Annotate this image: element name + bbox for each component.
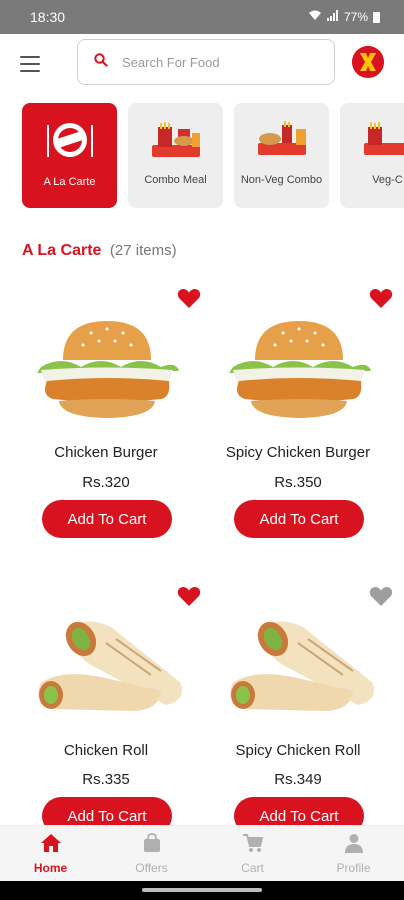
shopping-bag-icon xyxy=(142,832,162,858)
bottom-navigation: Home Offers Cart Profile xyxy=(0,825,404,881)
category-carousel[interactable]: A La Carte Combo Meal Non-Veg Combo Veg-… xyxy=(22,103,404,208)
category-label: Combo Meal xyxy=(144,174,207,186)
status-time: 18:30 xyxy=(30,9,66,25)
section-item-count: (27 items) xyxy=(109,242,177,259)
product-name: Spicy Chicken Roll xyxy=(235,742,361,759)
home-icon xyxy=(40,833,62,858)
wrap-roll-image xyxy=(203,613,393,723)
category-label: Non-Veg Combo xyxy=(240,174,323,186)
search-bar[interactable] xyxy=(77,39,335,85)
nav-label: Profile xyxy=(336,860,371,875)
top-bar xyxy=(0,34,404,94)
nav-label: Cart xyxy=(241,860,264,875)
add-to-cart-button[interactable]: Add To Cart xyxy=(234,500,364,538)
status-icons: 77% xyxy=(308,10,380,24)
non-veg-combo-icon xyxy=(254,119,310,161)
product-price: Rs.320 xyxy=(82,474,130,491)
product-price: Rs.335 xyxy=(82,771,130,788)
product-card-spicy-chicken-burger[interactable]: Spicy Chicken Burger Rs.350 Add To Cart xyxy=(203,287,393,542)
product-price: Rs.350 xyxy=(274,474,322,491)
category-label: A La Carte xyxy=(43,176,96,188)
battery-icon xyxy=(373,11,380,23)
signal-icon xyxy=(326,10,339,24)
nav-offers[interactable]: Offers xyxy=(112,832,192,875)
wifi-icon xyxy=(308,10,322,24)
product-name: Spicy Chicken Burger xyxy=(225,444,371,461)
cart-icon xyxy=(242,833,264,858)
nav-home[interactable]: Home xyxy=(11,833,91,875)
burger-image xyxy=(11,315,201,425)
nav-profile[interactable]: Profile xyxy=(314,833,394,875)
section-title: A La Carte xyxy=(22,242,102,259)
person-icon xyxy=(344,833,364,858)
hamburger-menu-icon[interactable] xyxy=(20,56,40,72)
add-to-cart-button[interactable]: Add To Cart xyxy=(42,500,172,538)
search-icon xyxy=(94,52,108,72)
category-non-veg-combo[interactable]: Non-Veg Combo xyxy=(234,103,329,208)
product-card-chicken-burger[interactable]: Chicken Burger Rs.320 Add To Cart xyxy=(11,287,201,542)
product-price: Rs.349 xyxy=(274,771,322,788)
heart-icon[interactable] xyxy=(369,287,393,309)
combo-meal-icon xyxy=(148,119,204,161)
section-heading: A La Carte (27 items) xyxy=(22,242,177,260)
a-la-carte-badge-icon xyxy=(42,119,98,161)
battery-percent: 77% xyxy=(343,10,368,24)
heart-icon[interactable] xyxy=(177,287,201,309)
category-label: Veg-C xyxy=(372,174,403,186)
home-gesture-handle[interactable] xyxy=(142,888,262,892)
nav-label: Home xyxy=(33,860,68,875)
nav-label: Offers xyxy=(135,860,168,875)
product-name: Chicken Burger xyxy=(54,444,158,461)
heart-outline-icon[interactable] xyxy=(369,585,393,607)
wrap-roll-image xyxy=(11,613,201,723)
veg-combo-icon xyxy=(360,119,404,161)
nav-cart[interactable]: Cart xyxy=(213,833,293,875)
heart-icon[interactable] xyxy=(177,585,201,607)
product-name: Chicken Roll xyxy=(63,742,149,759)
category-combo-meal[interactable]: Combo Meal xyxy=(128,103,223,208)
category-a-la-carte[interactable]: A La Carte xyxy=(22,103,117,208)
search-input[interactable] xyxy=(122,54,302,70)
product-card-spicy-chicken-roll[interactable]: Spicy Chicken Roll Rs.349 Add To Cart xyxy=(203,585,393,835)
burger-image xyxy=(203,315,393,425)
category-veg-combo[interactable]: Veg-C xyxy=(340,103,404,208)
system-gesture-bar xyxy=(0,881,404,900)
status-bar: 18:30 77% xyxy=(0,0,404,34)
brand-logo[interactable] xyxy=(352,46,384,78)
product-card-chicken-roll[interactable]: Chicken Roll Rs.335 Add To Cart xyxy=(11,585,201,835)
